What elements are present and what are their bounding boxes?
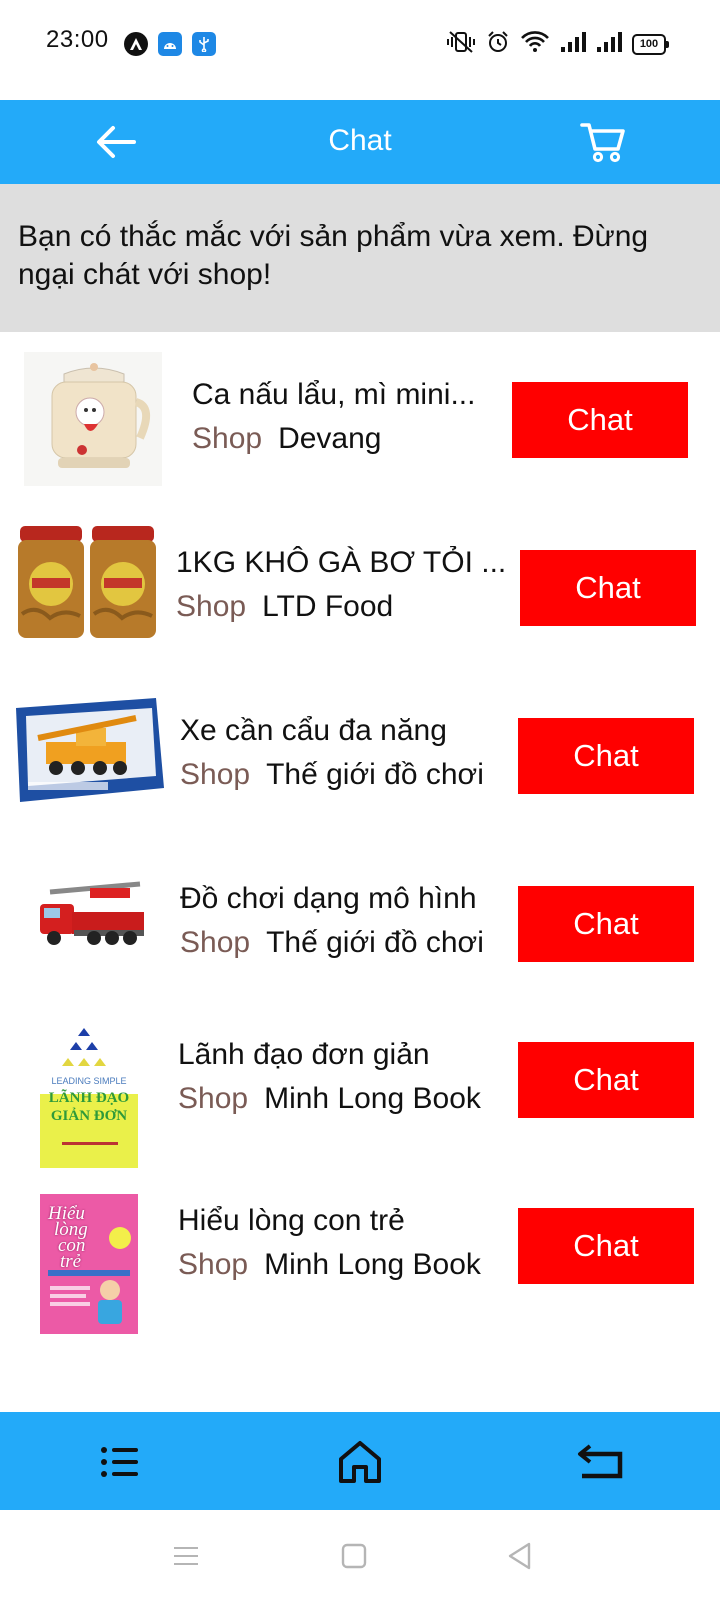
shop-line: Shop Minh Long Book bbox=[178, 1082, 481, 1116]
book-subtitle: LEADING SIMPLE bbox=[51, 1076, 127, 1086]
system-home-button[interactable] bbox=[334, 1536, 374, 1576]
battery-icon: 100 bbox=[632, 34, 669, 55]
app-bar: Chat bbox=[0, 100, 720, 184]
home-button[interactable] bbox=[330, 1434, 390, 1490]
product-name: Hiểu lòng con trẻ bbox=[178, 1204, 405, 1237]
shop-line: Shop Thế giới đồ chơi bbox=[180, 926, 484, 960]
cart-button[interactable] bbox=[574, 116, 632, 168]
shop-name: Devang bbox=[278, 422, 382, 455]
return-button[interactable] bbox=[570, 1434, 630, 1490]
shop-label: Shop bbox=[178, 1082, 249, 1115]
recents-button[interactable] bbox=[166, 1536, 206, 1576]
list-item[interactable]: Ca nấu lẩu, mì mini... Shop Devang Chat bbox=[0, 340, 720, 508]
shop-label: Shop bbox=[176, 590, 247, 623]
product-name: 1KG KHÔ GÀ BƠ TỎI ... bbox=[176, 546, 507, 579]
alarm-icon bbox=[486, 30, 510, 59]
chat-button[interactable]: Chat bbox=[520, 550, 696, 626]
list-item[interactable]: Xe cần cẩu đa năng Shop Thế giới đồ chơi … bbox=[0, 676, 720, 844]
signal-icon bbox=[596, 31, 622, 58]
list-item[interactable]: Hiểu lòng con trẻ Hiểu lòng con trẻ Shop… bbox=[0, 1180, 720, 1348]
shop-name: Minh Long Book bbox=[264, 1082, 481, 1115]
chat-button[interactable]: Chat bbox=[518, 1042, 694, 1118]
list-item[interactable]: LEADING SIMPLE LÃNH ĐẠO GIẢN ĐƠN Lãnh đạ… bbox=[0, 1012, 720, 1180]
book-title-line: LÃNH ĐẠO bbox=[48, 1090, 130, 1106]
product-name: Xe cần cẩu đa năng bbox=[180, 714, 447, 747]
shop-name: Thế giới đồ chơi bbox=[266, 926, 484, 959]
square-icon bbox=[341, 1543, 367, 1569]
product-name: Lãnh đạo đơn giản bbox=[178, 1038, 430, 1071]
chat-button[interactable]: Chat bbox=[518, 718, 694, 794]
wifi-icon bbox=[520, 30, 550, 59]
product-image-book-children: Hiểu lòng con trẻ bbox=[40, 1194, 138, 1334]
triangle-back-icon bbox=[508, 1542, 531, 1570]
menu-icon bbox=[174, 1547, 198, 1565]
shop-line: Shop Devang bbox=[192, 422, 381, 456]
vibrate-icon bbox=[446, 30, 476, 59]
product-image-book-leadership: LEADING SIMPLE LÃNH ĐẠO GIẢN ĐƠN bbox=[40, 1024, 138, 1168]
product-image-jars bbox=[16, 524, 158, 640]
shop-label: Shop bbox=[180, 758, 251, 791]
shop-name: Minh Long Book bbox=[264, 1248, 481, 1281]
system-back-button[interactable] bbox=[500, 1536, 540, 1576]
status-bar: 23:00 100 bbox=[0, 0, 720, 88]
shop-name: Thế giới đồ chơi bbox=[266, 758, 484, 791]
home-icon bbox=[339, 1441, 381, 1483]
product-image-firetruck-model bbox=[30, 874, 150, 954]
chat-button[interactable]: Chat bbox=[512, 382, 688, 458]
info-banner: Bạn có thắc mắc với sản phẩm vừa xem. Đừ… bbox=[0, 184, 720, 332]
return-icon bbox=[578, 1444, 623, 1479]
shop-line: Shop Thế giới đồ chơi bbox=[180, 758, 484, 792]
list-item[interactable]: Đồ chơi dạng mô hình Shop Thế giới đồ chơ… bbox=[0, 844, 720, 1012]
system-nav bbox=[0, 1510, 720, 1600]
cart-icon bbox=[580, 123, 625, 163]
list-button[interactable] bbox=[90, 1434, 150, 1490]
shop-name: LTD Food bbox=[262, 590, 394, 623]
status-time: 23:00 bbox=[46, 26, 109, 53]
product-image-crane-toy bbox=[16, 696, 164, 804]
shop-label: Shop bbox=[178, 1248, 249, 1281]
list-icon bbox=[101, 1447, 138, 1477]
product-name: Đồ chơi dạng mô hình bbox=[180, 882, 477, 915]
product-name: Ca nấu lẩu, mì mini... bbox=[192, 378, 476, 411]
book-title-line: trẻ bbox=[60, 1251, 82, 1272]
usb-icon bbox=[192, 32, 216, 56]
android-icon bbox=[158, 32, 182, 56]
shop-line: Shop Minh Long Book bbox=[178, 1248, 481, 1282]
screen: 23:00 100 Chat Bạn có thắc mắc với sản p… bbox=[0, 0, 720, 1600]
bottom-nav bbox=[0, 1412, 720, 1510]
shop-line: Shop LTD Food bbox=[176, 590, 393, 624]
book-title-line: GIẢN ĐƠN bbox=[50, 1108, 128, 1124]
shop-label: Shop bbox=[192, 422, 263, 455]
app-a-icon bbox=[124, 32, 148, 56]
status-indicators: 100 bbox=[446, 30, 669, 59]
list-item[interactable]: 1KG KHÔ GÀ BƠ TỎI ... Shop LTD Food Chat bbox=[0, 508, 720, 676]
chat-button[interactable]: Chat bbox=[518, 1208, 694, 1284]
signal-icon bbox=[560, 31, 586, 58]
chat-button[interactable]: Chat bbox=[518, 886, 694, 962]
product-image-pot bbox=[24, 352, 162, 486]
shop-label: Shop bbox=[180, 926, 251, 959]
